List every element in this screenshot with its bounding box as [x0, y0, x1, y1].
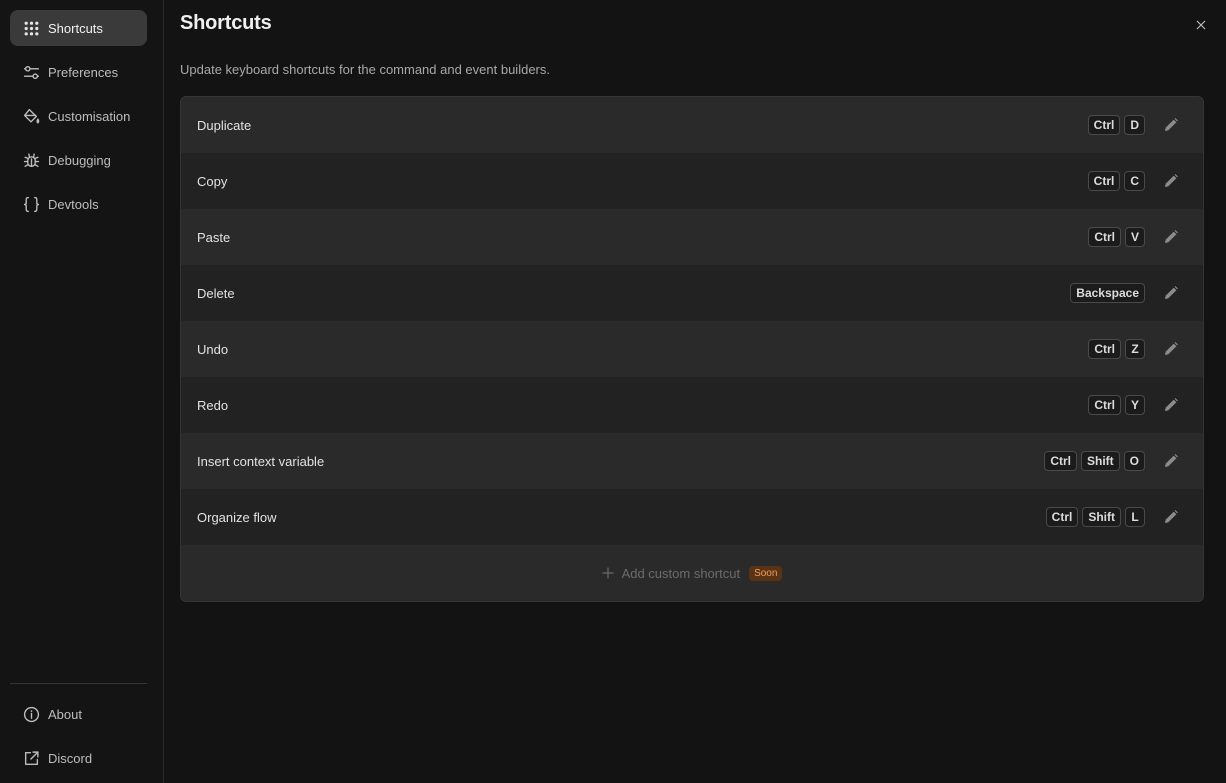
close-icon [1196, 20, 1206, 30]
shortcut-row-paste: Paste Ctrl V [181, 209, 1203, 265]
sidebar-item-about[interactable]: About [10, 696, 147, 732]
pencil-icon [1165, 174, 1178, 187]
key-cap: Ctrl [1087, 171, 1121, 191]
bug-icon [22, 151, 40, 169]
shortcut-label: Duplicate [197, 117, 252, 133]
key-cap: C [1124, 171, 1145, 191]
grid-icon [22, 19, 40, 37]
shortcut-label: Organize flow [197, 509, 277, 525]
key-cap: V [1124, 227, 1145, 247]
edit-shortcut-button[interactable] [1162, 452, 1180, 470]
paint-bucket-icon [22, 107, 40, 125]
shortcut-label: Paste [197, 229, 231, 245]
sidebar-item-devtools[interactable]: Devtools [10, 186, 147, 222]
page-subtitle: Update keyboard shortcuts for the comman… [180, 62, 550, 77]
key-cap: Shift [1080, 451, 1120, 471]
sidebar-item-debugging[interactable]: Debugging [10, 142, 147, 178]
pencil-icon [1165, 510, 1178, 523]
shortcut-row-undo: Undo Ctrl Z [181, 321, 1203, 377]
external-link-icon [22, 749, 40, 767]
edit-shortcut-button[interactable] [1162, 284, 1180, 302]
info-icon [22, 705, 40, 723]
key-cap: Ctrl [1045, 507, 1079, 527]
shortcut-row-copy: Copy Ctrl C [181, 153, 1203, 209]
key-cap: Shift [1082, 507, 1121, 527]
shortcut-label: Insert context variable [197, 453, 325, 469]
key-cap: Ctrl [1088, 395, 1121, 415]
shortcut-label: Undo [197, 341, 229, 357]
shortcut-row-duplicate: Duplicate Ctrl D [181, 97, 1203, 153]
pencil-icon [1165, 398, 1178, 411]
sidebar-item-discord[interactable]: Discord [10, 740, 147, 776]
shortcut-row-redo: Redo Ctrl Y [181, 377, 1203, 433]
pencil-icon [1165, 342, 1178, 355]
sidebar-item-label: Shortcuts [48, 20, 103, 36]
add-custom-shortcut-label: Add custom shortcut [621, 565, 741, 581]
sidebar-item-label: Debugging [48, 152, 111, 168]
shortcuts-list: Duplicate Ctrl D Copy Ctrl C Paste Ctrl … [180, 96, 1204, 602]
edit-shortcut-button[interactable] [1162, 228, 1180, 246]
pencil-icon [1165, 286, 1178, 299]
sidebar: Shortcuts Preferences Customisation Debu… [0, 0, 164, 783]
sidebar-item-customisation[interactable]: Customisation [10, 98, 147, 134]
edit-shortcut-button[interactable] [1162, 116, 1180, 134]
sidebar-item-preferences[interactable]: Preferences [10, 54, 147, 90]
shortcut-keys: Ctrl C [1087, 171, 1145, 191]
key-cap: Backspace [1070, 283, 1145, 303]
key-cap: D [1124, 115, 1145, 135]
key-cap: Ctrl [1087, 115, 1121, 135]
pencil-icon [1165, 118, 1178, 131]
shortcut-label: Delete [197, 285, 235, 301]
shortcut-keys: Ctrl Y [1088, 395, 1145, 415]
sidebar-item-label: Customisation [48, 108, 131, 124]
braces-icon [22, 195, 40, 213]
shortcut-keys: Ctrl Shift O [1044, 451, 1145, 471]
shortcut-keys: Backspace [1070, 283, 1145, 303]
sidebar-item-label: Discord [48, 750, 93, 766]
sidebar-item-label: About [48, 706, 82, 722]
page-title: Shortcuts [180, 12, 272, 34]
edit-shortcut-button[interactable] [1162, 396, 1180, 414]
shortcut-label: Copy [197, 173, 228, 189]
key-cap: Ctrl [1088, 227, 1121, 247]
shortcut-keys: Ctrl Shift L [1045, 507, 1145, 527]
key-cap: Ctrl [1044, 451, 1077, 471]
shortcut-row-delete: Delete Backspace [181, 265, 1203, 321]
key-cap: L [1125, 507, 1145, 527]
sidebar-item-label: Preferences [48, 64, 119, 80]
shortcut-keys: Ctrl Z [1088, 339, 1145, 359]
key-cap: O [1123, 451, 1145, 471]
sidebar-item-label: Devtools [48, 196, 99, 212]
shortcut-row-insert-context-variable: Insert context variable Ctrl Shift O [181, 433, 1203, 489]
edit-shortcut-button[interactable] [1162, 340, 1180, 358]
key-cap: Z [1125, 339, 1145, 359]
edit-shortcut-button[interactable] [1162, 172, 1180, 190]
pencil-icon [1165, 230, 1178, 243]
pencil-icon [1165, 454, 1178, 467]
shortcut-keys: Ctrl V [1088, 227, 1145, 247]
sidebar-divider [10, 683, 147, 684]
sidebar-item-shortcuts[interactable]: Shortcuts [10, 10, 147, 46]
shortcut-row-organize-flow: Organize flow Ctrl Shift L [181, 489, 1203, 545]
close-button[interactable] [1192, 16, 1210, 34]
key-cap: Ctrl [1088, 339, 1121, 359]
soon-badge: Soon [749, 565, 783, 581]
plus-icon [601, 567, 614, 579]
edit-shortcut-button[interactable] [1162, 508, 1180, 526]
add-custom-shortcut-button[interactable]: Add custom shortcut Soon [181, 545, 1203, 601]
shortcut-label: Redo [197, 397, 229, 413]
sliders-icon [22, 63, 40, 81]
shortcut-keys: Ctrl D [1087, 115, 1145, 135]
key-cap: Y [1124, 395, 1145, 415]
